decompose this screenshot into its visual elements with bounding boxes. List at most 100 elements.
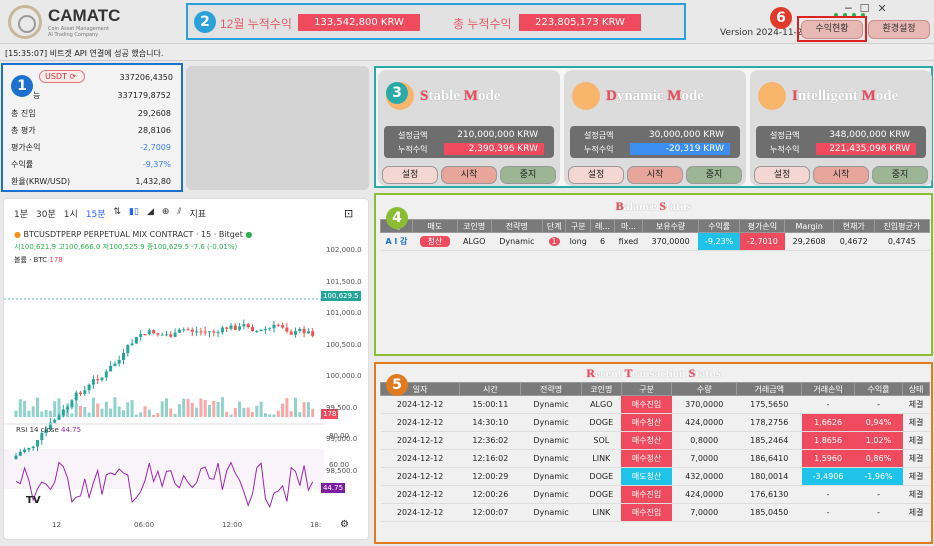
candlestick-chart[interactable] <box>4 259 368 539</box>
cell: 2024-12-12 <box>380 467 460 486</box>
chart-toolbar: 1분 30분 1시 15분 ⇅ ▮▯ ◢ ⊕ ⫽ 지표 <box>14 207 206 220</box>
cell: 185,0450 <box>736 503 802 522</box>
mode-stop-button[interactable]: 중지 <box>872 166 928 184</box>
mode-profit: 221,435,096 KRW <box>816 143 916 155</box>
table-row[interactable]: 2024-12-12 12:16:02 Dynamic LINK 매수청산 7,0000 1… <box>380 449 930 468</box>
volume-bar <box>100 408 104 417</box>
table-row[interactable]: 2024-12-12 12:00:07 Dynamic LINK 매수진입 7,0000 1… <box>380 503 930 522</box>
profit-status-button[interactable]: 수익현황 <box>801 20 863 39</box>
timeframe-15m[interactable]: 15분 <box>86 207 106 220</box>
table-row[interactable]: 2024-12-12 14:30:10 Dynamic DOGE 매수청산 424,000… <box>380 413 930 432</box>
camera-icon[interactable]: ⊡ <box>344 207 353 220</box>
table-row[interactable]: 2024-12-12 12:36:02 Dynamic SOL 매수청산 0,8000 18… <box>380 431 930 450</box>
mode-settings-button[interactable]: 설정 <box>754 166 810 184</box>
cell: Dynamic <box>520 413 582 432</box>
candle-body <box>74 392 78 401</box>
volume-bar <box>152 414 156 417</box>
candle-body <box>36 440 39 447</box>
account-label: 수익률 <box>11 159 34 169</box>
cell: 매수진입 <box>621 485 672 504</box>
candle-body <box>165 334 168 336</box>
timeframe-1h[interactable]: 1시 <box>64 207 78 220</box>
chart-settings-icon[interactable]: ⚙ <box>340 519 349 530</box>
candle-body <box>126 345 130 354</box>
minimize-icon[interactable]: ─ <box>845 2 860 15</box>
mode-start-button[interactable]: 시작 <box>441 166 497 184</box>
cell: 체결 <box>902 431 930 450</box>
mode-start-button[interactable]: 시작 <box>627 166 683 184</box>
mode-amount: 348,000,000 KRW <box>829 130 910 140</box>
volume-bar <box>122 410 125 417</box>
mode-title: Dynamic Mode <box>606 88 704 104</box>
mode-stop-button[interactable]: 중지 <box>686 166 742 184</box>
total-profit-value: 223,805,173 KRW <box>519 14 641 31</box>
candle-type-icon[interactable]: ▮▯ <box>129 207 139 220</box>
cell: 432,0000 <box>671 467 737 486</box>
liquidate-button[interactable]: 청산 <box>419 236 451 247</box>
cell: 2024-12-12 <box>380 449 460 468</box>
price-cell: 0,4672 <box>833 232 875 251</box>
margin-type-cell: fixed <box>614 232 643 251</box>
volume-bar <box>195 407 199 417</box>
candle-body <box>83 390 87 394</box>
candle-body <box>117 359 121 364</box>
account-row: 평가손익 -2,7009 <box>11 139 171 155</box>
mode-info-box: 설정금액 348,000,000 KRW 누적수익 221,435,096 KR… <box>756 126 926 158</box>
cell: 0,86% <box>854 449 903 468</box>
volume-bar <box>57 398 61 417</box>
volume-bar <box>255 405 259 417</box>
volume-bar <box>160 401 164 417</box>
column-header: 전략명 <box>520 382 582 396</box>
profit-summary: 2 12월 누적수익 133,542,800 KRW 총 누적수익 223,80… <box>186 3 686 40</box>
mode-title: Intelligent Mode <box>792 88 899 104</box>
cell: 12:00:29 <box>459 467 521 486</box>
timeframe-30m[interactable]: 30분 <box>36 207 56 220</box>
mode-amount: 30,000,000 KRW <box>648 130 724 140</box>
compare-icon[interactable]: ⇅ <box>114 207 122 220</box>
volume-bar <box>53 401 57 417</box>
currency-selector[interactable]: USDT ⟳ <box>39 70 85 83</box>
candle-body <box>311 331 315 336</box>
mode-settings-button[interactable]: 설정 <box>382 166 438 184</box>
step-cell: 1 <box>542 232 566 251</box>
volume-bar <box>36 397 39 417</box>
maximize-icon[interactable]: ☐ <box>860 2 878 15</box>
volume-bar <box>294 397 297 417</box>
candle-body <box>233 325 237 330</box>
table-row[interactable]: 2024-12-12 12:00:29 Dynamic DOGE 매도청산 432,000… <box>380 467 930 486</box>
volume-bar <box>186 398 190 417</box>
mode-icon <box>572 82 600 110</box>
close-icon[interactable]: ✕ <box>878 2 895 15</box>
table-row[interactable]: 2024-12-12 12:00:26 Dynamic DOGE 매수진입 424,000… <box>380 485 930 504</box>
account-label: 총 평가 <box>11 125 36 135</box>
coin-cell: ALGO <box>457 232 492 251</box>
indicators-icon[interactable]: ⫽ <box>177 207 181 220</box>
transaction-table: 일자 시간 전략명 코인명 구분 수량 거래금액 거래손익 수익률 상태 202… <box>379 382 930 522</box>
candle-body <box>229 325 233 329</box>
candle-body <box>130 343 134 346</box>
settings-button[interactable]: 환경설정 <box>868 20 930 39</box>
position-flags[interactable]: A l 감 <box>380 232 413 251</box>
candle-body <box>212 331 216 333</box>
mode-profit: 2,390,396 KRW <box>444 143 544 155</box>
price-tick: 100,000.0 <box>326 372 362 380</box>
mode-start-button[interactable]: 시작 <box>813 166 869 184</box>
candle-body <box>268 328 272 330</box>
volume-bar <box>212 400 216 417</box>
cell: 1,6626 <box>801 413 855 432</box>
table-row[interactable]: 2024-12-12 15:00:11 Dynamic ALGO 매수진입 370,000… <box>380 395 930 414</box>
candle-body <box>182 329 186 331</box>
mode-settings-button[interactable]: 설정 <box>568 166 624 184</box>
badge-5: 5 <box>386 374 408 396</box>
table-header: 일자 시간 전략명 코인명 구분 수량 거래금액 거래손익 수익률 상태 <box>379 382 930 396</box>
area-chart-icon[interactable]: ◢ <box>147 207 154 220</box>
mode-stop-button[interactable]: 중지 <box>500 166 556 184</box>
volume-bar <box>40 411 44 417</box>
indicators-label[interactable]: 지표 <box>189 207 206 220</box>
table-row[interactable]: A l 감 청산 ALGO Dynamic 1 long 6 fixed 370… <box>380 232 930 251</box>
cell: Dynamic <box>520 431 582 450</box>
balance-status-panel: 4 Balance Status 태 매도 코인명 전략명 단계 구분 레...… <box>374 193 933 356</box>
add-indicator-icon[interactable]: ⊕ <box>162 207 170 220</box>
cell: LINK <box>581 503 622 522</box>
timeframe-1m[interactable]: 1분 <box>14 207 28 220</box>
